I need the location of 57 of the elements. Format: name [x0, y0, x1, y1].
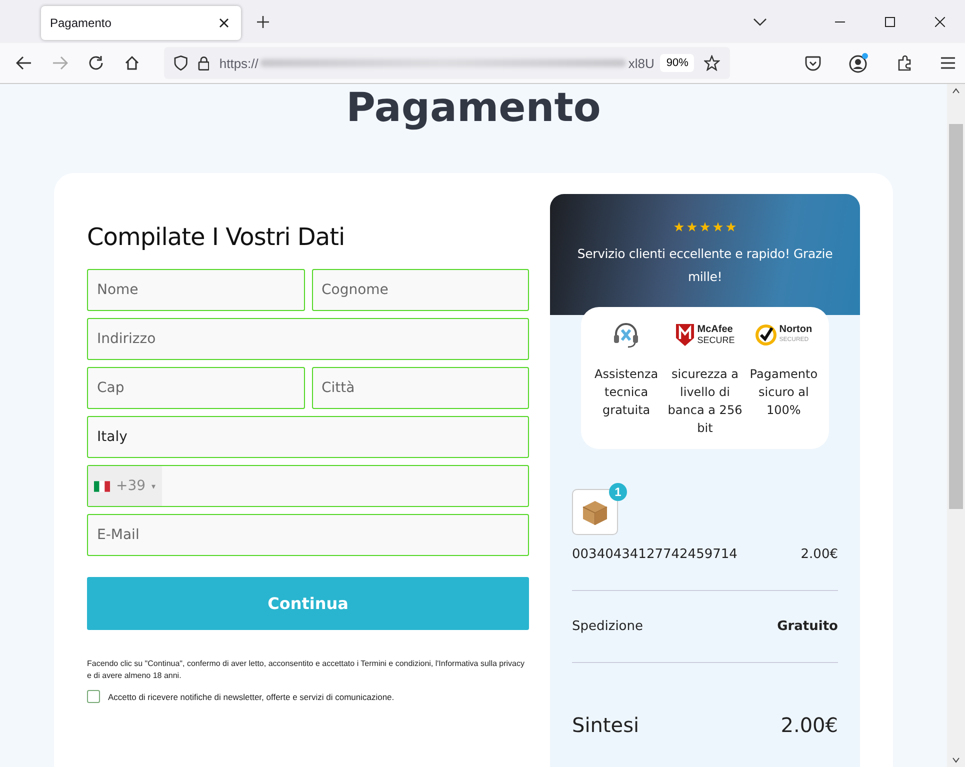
input-field[interactable]: Città [312, 367, 529, 409]
maximize-icon[interactable] [885, 16, 895, 26]
reload-icon[interactable] [88, 55, 104, 71]
scroll-down-icon[interactable] [952, 757, 960, 763]
badge-caption: Pagamento sicuro al 100% [748, 366, 819, 419]
shipping-value: Gratuito [777, 619, 838, 634]
address-bar[interactable]: https:// xl8U 90% [164, 47, 730, 79]
tab-title: Pagamento [50, 16, 112, 30]
input-field[interactable]: Indirizzo [87, 318, 529, 360]
zoom-level[interactable]: 90% [660, 54, 694, 72]
star-icon [726, 222, 736, 232]
lock-icon [198, 56, 210, 70]
product-name: 00340434127742459714 [572, 547, 738, 562]
input-field[interactable]: Cap [87, 367, 304, 409]
dial-code: +39 [116, 478, 146, 494]
legal-text: Facendo clic su "Continua", confermo di aver letto, acconsentito e accettato i Termini e condizioni, l'Informativa sulla privacy e di avere almeno 18 anni. [87, 658, 526, 682]
input-field[interactable]: Cognome [312, 269, 529, 311]
shield-icon [174, 55, 188, 71]
star-icon [713, 222, 723, 232]
menu-icon[interactable] [941, 57, 955, 69]
star-icon [687, 222, 697, 232]
security-logo: McAfee SECURE [675, 323, 735, 347]
star-icon [674, 222, 684, 232]
caret-icon: ▾ [152, 482, 156, 490]
new-tab-icon[interactable] [257, 16, 269, 28]
product-price: 2.00€ [800, 547, 838, 562]
quantity-badge: 1 [609, 483, 627, 501]
close-icon[interactable] [935, 16, 945, 26]
total-value: 2.00€ [780, 713, 838, 737]
newsletter-label: Accetto di ricevere notifiche di newsletter, offerte e servizi di comunicazione. [108, 692, 394, 702]
pocket-icon[interactable] [805, 56, 821, 70]
newsletter-checkbox[interactable] [87, 690, 100, 703]
total-label: Sintesi [572, 713, 640, 737]
chevron-down-icon[interactable] [753, 18, 767, 26]
close-icon[interactable] [219, 18, 229, 28]
country-field[interactable]: Italy [87, 416, 529, 458]
url-text: https:// [219, 56, 258, 70]
home-icon[interactable] [124, 55, 140, 71]
browser-tab[interactable]: Pagamento [41, 6, 241, 40]
star-icon [700, 222, 710, 232]
account-icon[interactable] [849, 53, 869, 73]
star-icon[interactable] [704, 55, 720, 71]
headset-icon [612, 321, 640, 349]
back-arrow-icon[interactable] [16, 56, 32, 70]
badge-caption: Assistenza tecnica gratuita [594, 366, 660, 419]
input-field[interactable]: E-Mail [87, 514, 529, 556]
review-text: Servizio clienti eccellente e rapido! Grazie mille! [576, 245, 834, 286]
puzzle-icon[interactable] [897, 55, 913, 71]
badge-caption: sicurezza a livello di banca a 256 bit [668, 366, 742, 437]
shipping-label: Spedizione [572, 619, 643, 634]
italy-flag-icon [94, 480, 110, 492]
page-title: Pagamento [346, 86, 601, 130]
url-text: xl8U [628, 56, 654, 70]
scroll-up-icon[interactable] [952, 88, 960, 94]
input-field[interactable]: Nome [87, 269, 304, 311]
form-heading: Compilate I Vostri Dati [87, 223, 346, 251]
scrollbar[interactable] [947, 84, 965, 767]
